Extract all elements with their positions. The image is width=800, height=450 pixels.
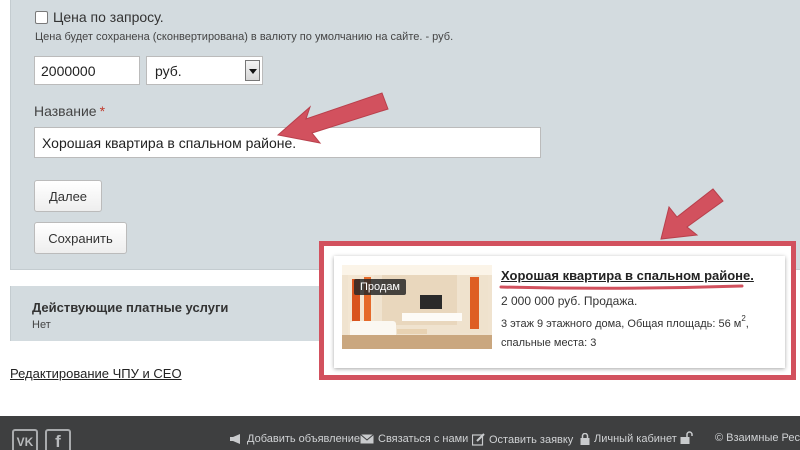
footer-contact-link[interactable]: Связаться с нами: [360, 433, 468, 445]
facebook-icon[interactable]: f: [45, 429, 71, 450]
ad-preview-highlight: Продам Хорошая квартира в спальном район…: [319, 241, 796, 380]
required-mark: *: [99, 103, 106, 119]
footer-leave-request-label: Оставить заявку: [489, 433, 574, 446]
footer-account-link[interactable]: Личный кабинет: [580, 433, 677, 445]
lock-icon: [580, 433, 590, 445]
underline-annotation: [499, 284, 744, 290]
pencil-icon: [472, 433, 485, 446]
arrow-annotation-icon: [276, 92, 389, 144]
price-on-request-checkbox[interactable]: Цена по запросу.: [35, 9, 164, 25]
seo-edit-link[interactable]: Редактирование ЧПУ и СЕО: [10, 366, 182, 381]
footer-leave-request-link[interactable]: Оставить заявку: [472, 433, 573, 446]
paid-services-value: Нет: [32, 319, 51, 331]
footer-contact-label: Связаться с нами: [378, 433, 469, 445]
currency-selected-value: руб.: [155, 63, 182, 79]
preview-details-comma: ,: [745, 318, 749, 330]
footer-account-label: Личный кабинет: [594, 433, 677, 445]
preview-details-line1: 3 этаж 9 этажного дома, Общая площадь: 5…: [501, 318, 742, 330]
sell-badge: Продам: [354, 279, 406, 295]
paid-services-panel: Действующие платные услуги Нет: [10, 286, 325, 341]
price-input[interactable]: 2000000: [34, 56, 140, 85]
preview-details-line2: спальные места: 3: [501, 337, 597, 349]
unlock-icon[interactable]: [680, 431, 696, 444]
select-arrow-icon[interactable]: [245, 60, 260, 81]
save-button[interactable]: Сохранить: [34, 222, 127, 254]
ad-preview-card[interactable]: Продам Хорошая квартира в спальном район…: [334, 256, 785, 368]
title-field-label: Название *: [34, 103, 105, 119]
envelope-icon: [360, 434, 374, 444]
title-label-text: Название: [34, 103, 97, 119]
footer-copyright: © Взаимные Рес: [715, 432, 800, 444]
price-conversion-note: Цена будет сохранена (сконвертирована) в…: [35, 31, 454, 43]
apartment-photo-image: [342, 265, 492, 349]
checkbox-box[interactable]: [35, 10, 48, 24]
paid-services-title: Действующие платные услуги: [32, 300, 229, 315]
site-footer: VK f Добавить объявление Связаться с нам…: [0, 416, 800, 450]
apartment-photo[interactable]: Продам: [342, 265, 492, 349]
preview-title-link[interactable]: Хорошая квартира в спальном районе.: [501, 268, 754, 283]
footer-add-ad-link[interactable]: Добавить объявление: [229, 433, 360, 445]
footer-add-ad-label: Добавить объявление: [247, 433, 361, 445]
currency-select[interactable]: руб.: [146, 56, 263, 85]
arrow-annotation-icon: [660, 188, 724, 240]
vk-icon[interactable]: VK: [12, 429, 38, 450]
next-button[interactable]: Далее: [34, 180, 102, 212]
preview-details: 3 этаж 9 этажного дома, Общая площадь: 5…: [501, 315, 781, 353]
preview-price: 2 000 000 руб. Продажа.: [501, 294, 638, 308]
price-on-request-label: Цена по запросу.: [53, 9, 164, 25]
megaphone-icon: [230, 434, 240, 444]
